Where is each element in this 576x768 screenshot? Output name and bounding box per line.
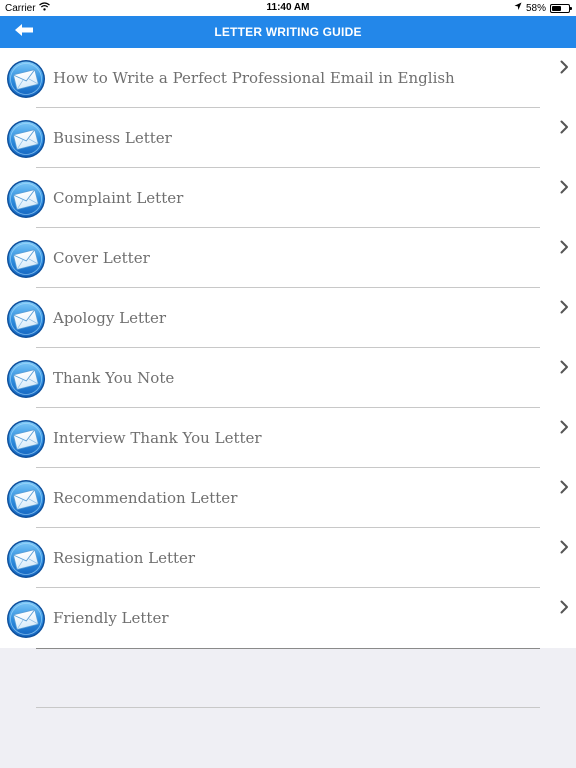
location-arrow-icon	[514, 2, 522, 14]
list-item[interactable]: Apology Letter	[0, 288, 576, 348]
list-item[interactable]: Interview Thank You Letter	[0, 408, 576, 468]
list-item-label: Complaint Letter	[53, 189, 184, 207]
chevron-right-icon	[559, 240, 569, 254]
status-right: 58%	[514, 2, 572, 14]
list-item-label: Thank You Note	[53, 369, 175, 387]
list-item-label: Apology Letter	[53, 309, 167, 327]
envelope-icon	[6, 359, 46, 399]
chevron-right-icon	[559, 600, 569, 614]
battery-percent: 58%	[525, 2, 546, 14]
list-item-label: Resignation Letter	[53, 549, 196, 567]
chevron-right-icon	[559, 120, 569, 134]
list-item[interactable]: Cover Letter	[0, 228, 576, 288]
list-item[interactable]: Thank You Note	[0, 348, 576, 408]
chevron-right-icon	[559, 480, 569, 494]
list-item[interactable]: How to Write a Perfect Professional Emai…	[0, 48, 576, 108]
chevron-right-icon	[559, 300, 569, 314]
envelope-icon	[6, 479, 46, 519]
battery-fill	[552, 5, 561, 11]
envelope-icon	[6, 539, 46, 579]
envelope-icon	[6, 119, 46, 159]
letter-list: How to Write a Perfect Professional Emai…	[0, 48, 576, 648]
envelope-icon	[6, 59, 46, 99]
empty-list-area	[0, 648, 576, 768]
list-item-label: Cover Letter	[53, 249, 150, 267]
envelope-icon	[6, 599, 46, 639]
status-time: 11:40 AM	[266, 2, 310, 13]
status-bar: Carrier 11:40 AM 58%	[0, 0, 576, 16]
page-title: LETTER WRITING GUIDE	[214, 25, 362, 39]
envelope-icon	[6, 419, 46, 459]
chevron-right-icon	[559, 60, 569, 74]
chevron-right-icon	[559, 360, 569, 374]
chevron-right-icon	[559, 540, 569, 554]
empty-row-divider	[36, 707, 540, 708]
chevron-right-icon	[559, 180, 569, 194]
nav-bar: LETTER WRITING GUIDE	[0, 16, 576, 48]
list-item-label: Recommendation Letter	[53, 489, 238, 507]
envelope-icon	[6, 239, 46, 279]
envelope-icon	[6, 299, 46, 339]
list-item[interactable]: Recommendation Letter	[0, 468, 576, 528]
chevron-right-icon	[559, 420, 569, 434]
list-item-label: How to Write a Perfect Professional Emai…	[53, 69, 455, 87]
envelope-icon	[6, 179, 46, 219]
list-item[interactable]: Resignation Letter	[0, 528, 576, 588]
list-item-label: Friendly Letter	[53, 609, 169, 627]
battery-icon	[550, 3, 572, 13]
list-item[interactable]: Friendly Letter	[0, 588, 576, 648]
list-item[interactable]: Complaint Letter	[0, 168, 576, 228]
list-item-label: Business Letter	[53, 129, 172, 147]
list-item-label: Interview Thank You Letter	[53, 429, 262, 447]
list-bottom-divider	[36, 648, 540, 649]
list-item[interactable]: Business Letter	[0, 108, 576, 168]
